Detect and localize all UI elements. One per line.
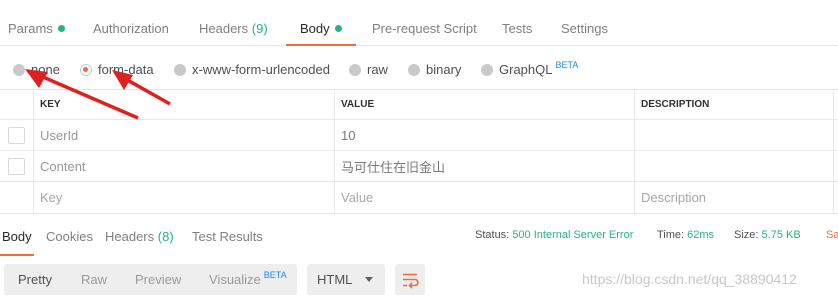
size-label: Size: bbox=[734, 229, 759, 241]
time-label: Time: bbox=[657, 229, 685, 241]
radio-icon bbox=[174, 64, 186, 76]
radio-checked-icon bbox=[80, 64, 92, 76]
tab-headers[interactable]: Headers (9) bbox=[199, 0, 268, 46]
tab-settings[interactable]: Settings bbox=[561, 0, 608, 46]
key-input[interactable]: Key bbox=[34, 182, 335, 213]
wrap-lines-icon bbox=[403, 273, 419, 289]
header-cell-value: VALUE bbox=[335, 90, 635, 119]
row-checkbox-cell bbox=[0, 182, 34, 213]
request-tabs: Params Authorization Headers (9) Body Pr… bbox=[0, 0, 838, 46]
tab-label: Authorization bbox=[93, 21, 169, 36]
tab-tests[interactable]: Tests bbox=[502, 0, 532, 46]
view-pretty-button[interactable]: Pretty bbox=[18, 264, 52, 295]
view-raw-button[interactable]: Raw bbox=[81, 264, 107, 295]
watermark-text: https://blog.csdn.net/qq_38890412 bbox=[582, 271, 797, 287]
time-value[interactable]: 62ms bbox=[687, 229, 714, 241]
table-row: UserId 10 bbox=[0, 120, 838, 151]
mode-label: x-www-form-urlencoded bbox=[192, 62, 330, 77]
beta-badge: BETA bbox=[263, 270, 287, 280]
tab-label: Tests bbox=[502, 21, 533, 36]
tab-label: Headers bbox=[199, 21, 249, 36]
tab-label: Body bbox=[300, 21, 330, 36]
mode-label: binary bbox=[426, 62, 462, 77]
chevron-down-icon bbox=[365, 277, 373, 282]
header-cell-select bbox=[0, 90, 34, 119]
modified-dot-icon bbox=[57, 25, 65, 32]
time-readout: Time: 62ms bbox=[657, 229, 714, 241]
radio-icon bbox=[408, 64, 420, 76]
response-tab-body[interactable]: Body bbox=[0, 214, 34, 260]
description-cell[interactable] bbox=[635, 151, 834, 181]
view-label: Visualize bbox=[209, 272, 261, 287]
view-mode-segmented-control: Pretty Raw Preview Visualize BETA bbox=[4, 264, 297, 295]
mode-label: none bbox=[31, 62, 60, 77]
row-checkbox[interactable] bbox=[8, 126, 25, 144]
size-value[interactable]: 5.75 KB bbox=[762, 229, 801, 241]
mode-label-text: GraphQL bbox=[499, 62, 553, 77]
tab-count: (8) bbox=[157, 229, 174, 244]
key-cell[interactable]: UserId bbox=[34, 120, 335, 150]
response-tab-test-results[interactable]: Test Results bbox=[192, 214, 263, 260]
tab-label: Pre-request Script bbox=[372, 21, 477, 36]
response-tabs: Body Cookies Headers (8) Test Results St… bbox=[0, 213, 838, 259]
tab-authorization[interactable]: Authorization bbox=[93, 0, 169, 46]
form-data-table: KEY VALUE DESCRIPTION UserId 10 Content … bbox=[0, 89, 838, 213]
mode-label: form-data bbox=[98, 62, 154, 77]
save-response-button[interactable]: Sa bbox=[826, 229, 838, 241]
radio-icon bbox=[349, 64, 361, 76]
radio-icon bbox=[481, 64, 493, 76]
table-row-new: Key Value Description bbox=[0, 182, 838, 213]
key-cell[interactable]: Content bbox=[34, 151, 335, 181]
tab-body[interactable]: Body bbox=[286, 0, 356, 46]
tab-label: Settings bbox=[561, 21, 608, 36]
status-label: Status: bbox=[475, 229, 510, 241]
tab-count: (9) bbox=[251, 21, 268, 36]
mode-label: GraphQL BETA bbox=[499, 60, 579, 80]
description-input[interactable]: Description bbox=[635, 182, 834, 213]
row-checkbox[interactable] bbox=[8, 157, 25, 175]
tab-params[interactable]: Params bbox=[8, 0, 65, 46]
row-checkbox-cell bbox=[0, 151, 34, 181]
table-row: Content 马可仕住在旧金山 bbox=[0, 151, 838, 182]
format-select-value: HTML bbox=[317, 272, 353, 287]
table-header-row: KEY VALUE DESCRIPTION bbox=[0, 90, 838, 120]
view-visualize-button[interactable]: Visualize BETA bbox=[209, 264, 287, 295]
header-cell-key: KEY bbox=[34, 90, 335, 119]
row-checkbox-cell bbox=[0, 120, 34, 150]
value-input[interactable]: Value bbox=[335, 182, 635, 213]
value-cell[interactable]: 马可仕住在旧金山 bbox=[335, 151, 635, 181]
radio-icon bbox=[13, 64, 25, 76]
header-cell-description: DESCRIPTION bbox=[635, 90, 834, 119]
status-value[interactable]: 500 Internal Server Error bbox=[512, 229, 633, 241]
tab-label: Params bbox=[8, 21, 53, 36]
tab-pre-request-script[interactable]: Pre-request Script bbox=[372, 0, 477, 46]
response-tab-cookies[interactable]: Cookies bbox=[46, 214, 93, 260]
body-mode-selector: none form-data x-www-form-urlencoded raw… bbox=[0, 46, 838, 90]
format-select[interactable]: HTML bbox=[307, 264, 385, 295]
view-preview-button[interactable]: Preview bbox=[135, 264, 181, 295]
tab-label: Headers bbox=[105, 229, 155, 244]
status-readout: Status: 500 Internal Server Error bbox=[475, 229, 633, 241]
description-cell[interactable] bbox=[635, 120, 834, 150]
mode-label: raw bbox=[367, 62, 388, 77]
modified-dot-icon bbox=[334, 25, 342, 32]
beta-badge: BETA bbox=[555, 60, 579, 70]
wrap-lines-button[interactable] bbox=[395, 264, 425, 295]
size-readout: Size: 5.75 KB bbox=[734, 229, 801, 241]
value-cell[interactable]: 10 bbox=[335, 120, 635, 150]
response-tab-headers[interactable]: Headers (8) bbox=[105, 214, 174, 260]
